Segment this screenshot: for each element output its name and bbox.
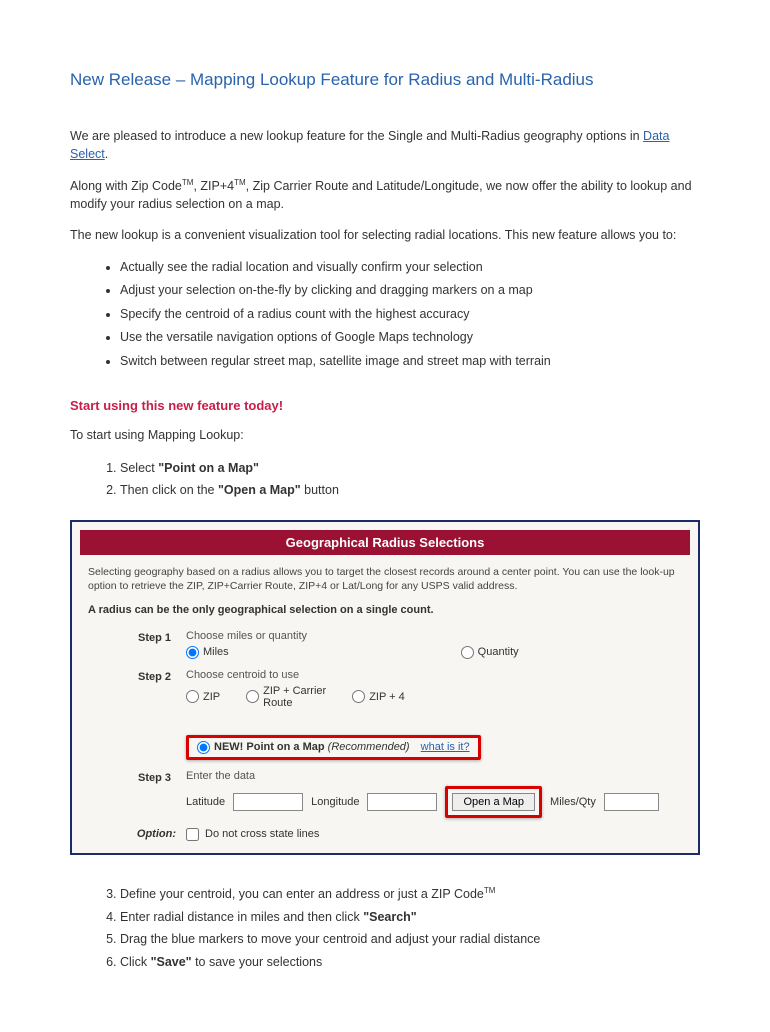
step2-title: Choose centroid to use [186, 669, 682, 681]
recommended-text: (Recommended) [328, 741, 410, 753]
tm-mark-3: TM [484, 886, 496, 895]
tm-mark-1: TM [182, 178, 194, 187]
latitude-input[interactable] [233, 793, 303, 811]
point-on-map-highlight: NEW! Point on a Map (Recommended) what i… [186, 735, 481, 760]
zip4-radio[interactable]: ZIP + 4 [352, 690, 405, 703]
step-6: Click "Save" to save your selections [120, 953, 700, 972]
intro-p3: The new lookup is a convenient visualiza… [70, 227, 700, 245]
quantity-label: Quantity [478, 646, 519, 658]
zip-carrier-label: ZIP + CarrierRoute [263, 685, 326, 709]
zip4-label: ZIP + 4 [369, 691, 405, 703]
open-map-button[interactable]: Open a Map [452, 793, 535, 811]
step-1: Select "Point on a Map" [120, 459, 700, 478]
bullet-item: Specify the centroid of a radius count w… [120, 306, 700, 324]
zip-radio-input[interactable] [186, 690, 199, 703]
intro-p1-text: We are pleased to introduce a new lookup… [70, 129, 643, 143]
panel-bold-note: A radius can be the only geographical se… [88, 604, 682, 616]
panel-step-1: Step 1 Choose miles or quantity Miles Qu… [138, 630, 682, 659]
step-2-post: button [301, 483, 339, 497]
miles-radio-input[interactable] [186, 646, 199, 659]
steps-list-bottom: Define your centroid, you can enter an a… [120, 885, 700, 972]
step-4-bold: "Search" [363, 910, 417, 924]
intro-p2a: Along with Zip Code [70, 179, 182, 193]
step-4: Enter radial distance in miles and then … [120, 908, 700, 927]
intro-p1: We are pleased to introduce a new lookup… [70, 128, 700, 163]
tm-mark-2: TM [234, 178, 246, 187]
zip-carrier-radio[interactable]: ZIP + CarrierRoute [246, 685, 326, 709]
zip-carrier-radio-input[interactable] [246, 690, 259, 703]
howto-intro: To start using Mapping Lookup: [70, 427, 700, 445]
step1-label: Step 1 [138, 630, 186, 644]
step-4-pre: Enter radial distance in miles and then … [120, 910, 363, 924]
cross-state-checkbox[interactable] [186, 828, 199, 841]
step-6-post: to save your selections [192, 955, 323, 969]
step-3: Define your centroid, you can enter an a… [120, 885, 700, 904]
step-1-pre: Select [120, 461, 158, 475]
step-2-bold: "Open a Map" [218, 483, 301, 497]
step2-label: Step 2 [138, 669, 186, 683]
step-1-bold: "Point on a Map" [158, 461, 259, 475]
panel-description: Selecting geography based on a radius al… [88, 565, 682, 593]
panel-option-row: Option: Do not cross state lines [128, 828, 682, 841]
miles-qty-label: Miles/Qty [550, 796, 596, 808]
zip4-radio-input[interactable] [352, 690, 365, 703]
cross-state-label: Do not cross state lines [205, 828, 319, 840]
panel-header: Geographical Radius Selections [80, 530, 690, 555]
new-text: NEW! Point on a Map [214, 741, 325, 753]
promo-heading: Start using this new feature today! [70, 398, 700, 413]
step-2: Then click on the "Open a Map" button [120, 481, 700, 500]
bullet-item: Use the versatile navigation options of … [120, 329, 700, 347]
latitude-label: Latitude [186, 796, 225, 808]
point-on-map-label: NEW! Point on a Map (Recommended) [214, 741, 410, 753]
step3-title: Enter the data [186, 770, 682, 782]
zip-radio[interactable]: ZIP [186, 690, 220, 703]
point-on-map-radio[interactable] [197, 741, 210, 754]
step-2-pre: Then click on the [120, 483, 218, 497]
step3-label: Step 3 [138, 770, 186, 784]
zip-label: ZIP [203, 691, 220, 703]
longitude-label: Longitude [311, 796, 359, 808]
steps-list-top: Select "Point on a Map" Then click on th… [120, 459, 700, 501]
quantity-radio[interactable]: Quantity [461, 646, 519, 659]
bullet-item: Adjust your selection on-the-fly by clic… [120, 282, 700, 300]
intro-p1-end: . [105, 147, 108, 161]
step-5: Drag the blue markers to move your centr… [120, 930, 700, 949]
quantity-radio-input[interactable] [461, 646, 474, 659]
step-3-text: Define your centroid, you can enter an a… [120, 887, 484, 901]
option-label: Option: [128, 828, 186, 840]
bullet-item: Switch between regular street map, satel… [120, 353, 700, 371]
miles-qty-input[interactable] [604, 793, 659, 811]
what-is-it-link[interactable]: what is it? [421, 741, 470, 753]
step1-title: Choose miles or quantity [186, 630, 682, 642]
step-6-bold: "Save" [151, 955, 192, 969]
step-6-pre: Click [120, 955, 151, 969]
page-title: New Release – Mapping Lookup Feature for… [70, 70, 700, 90]
longitude-input[interactable] [367, 793, 437, 811]
open-map-highlight: Open a Map [445, 786, 542, 818]
panel-step-3: Step 3 Enter the data Latitude Longitude… [138, 770, 682, 818]
intro-p2b: , ZIP+4 [193, 179, 234, 193]
radius-panel: Geographical Radius Selections Selecting… [70, 520, 700, 855]
miles-label: Miles [203, 646, 229, 658]
miles-radio[interactable]: Miles [186, 646, 229, 659]
panel-step-2: Step 2 Choose centroid to use ZIP ZIP + … [138, 669, 682, 760]
bullet-item: Actually see the radial location and vis… [120, 259, 700, 277]
intro-p2: Along with Zip CodeTM, ZIP+4TM, Zip Carr… [70, 177, 700, 213]
feature-bullets: Actually see the radial location and vis… [120, 259, 700, 371]
